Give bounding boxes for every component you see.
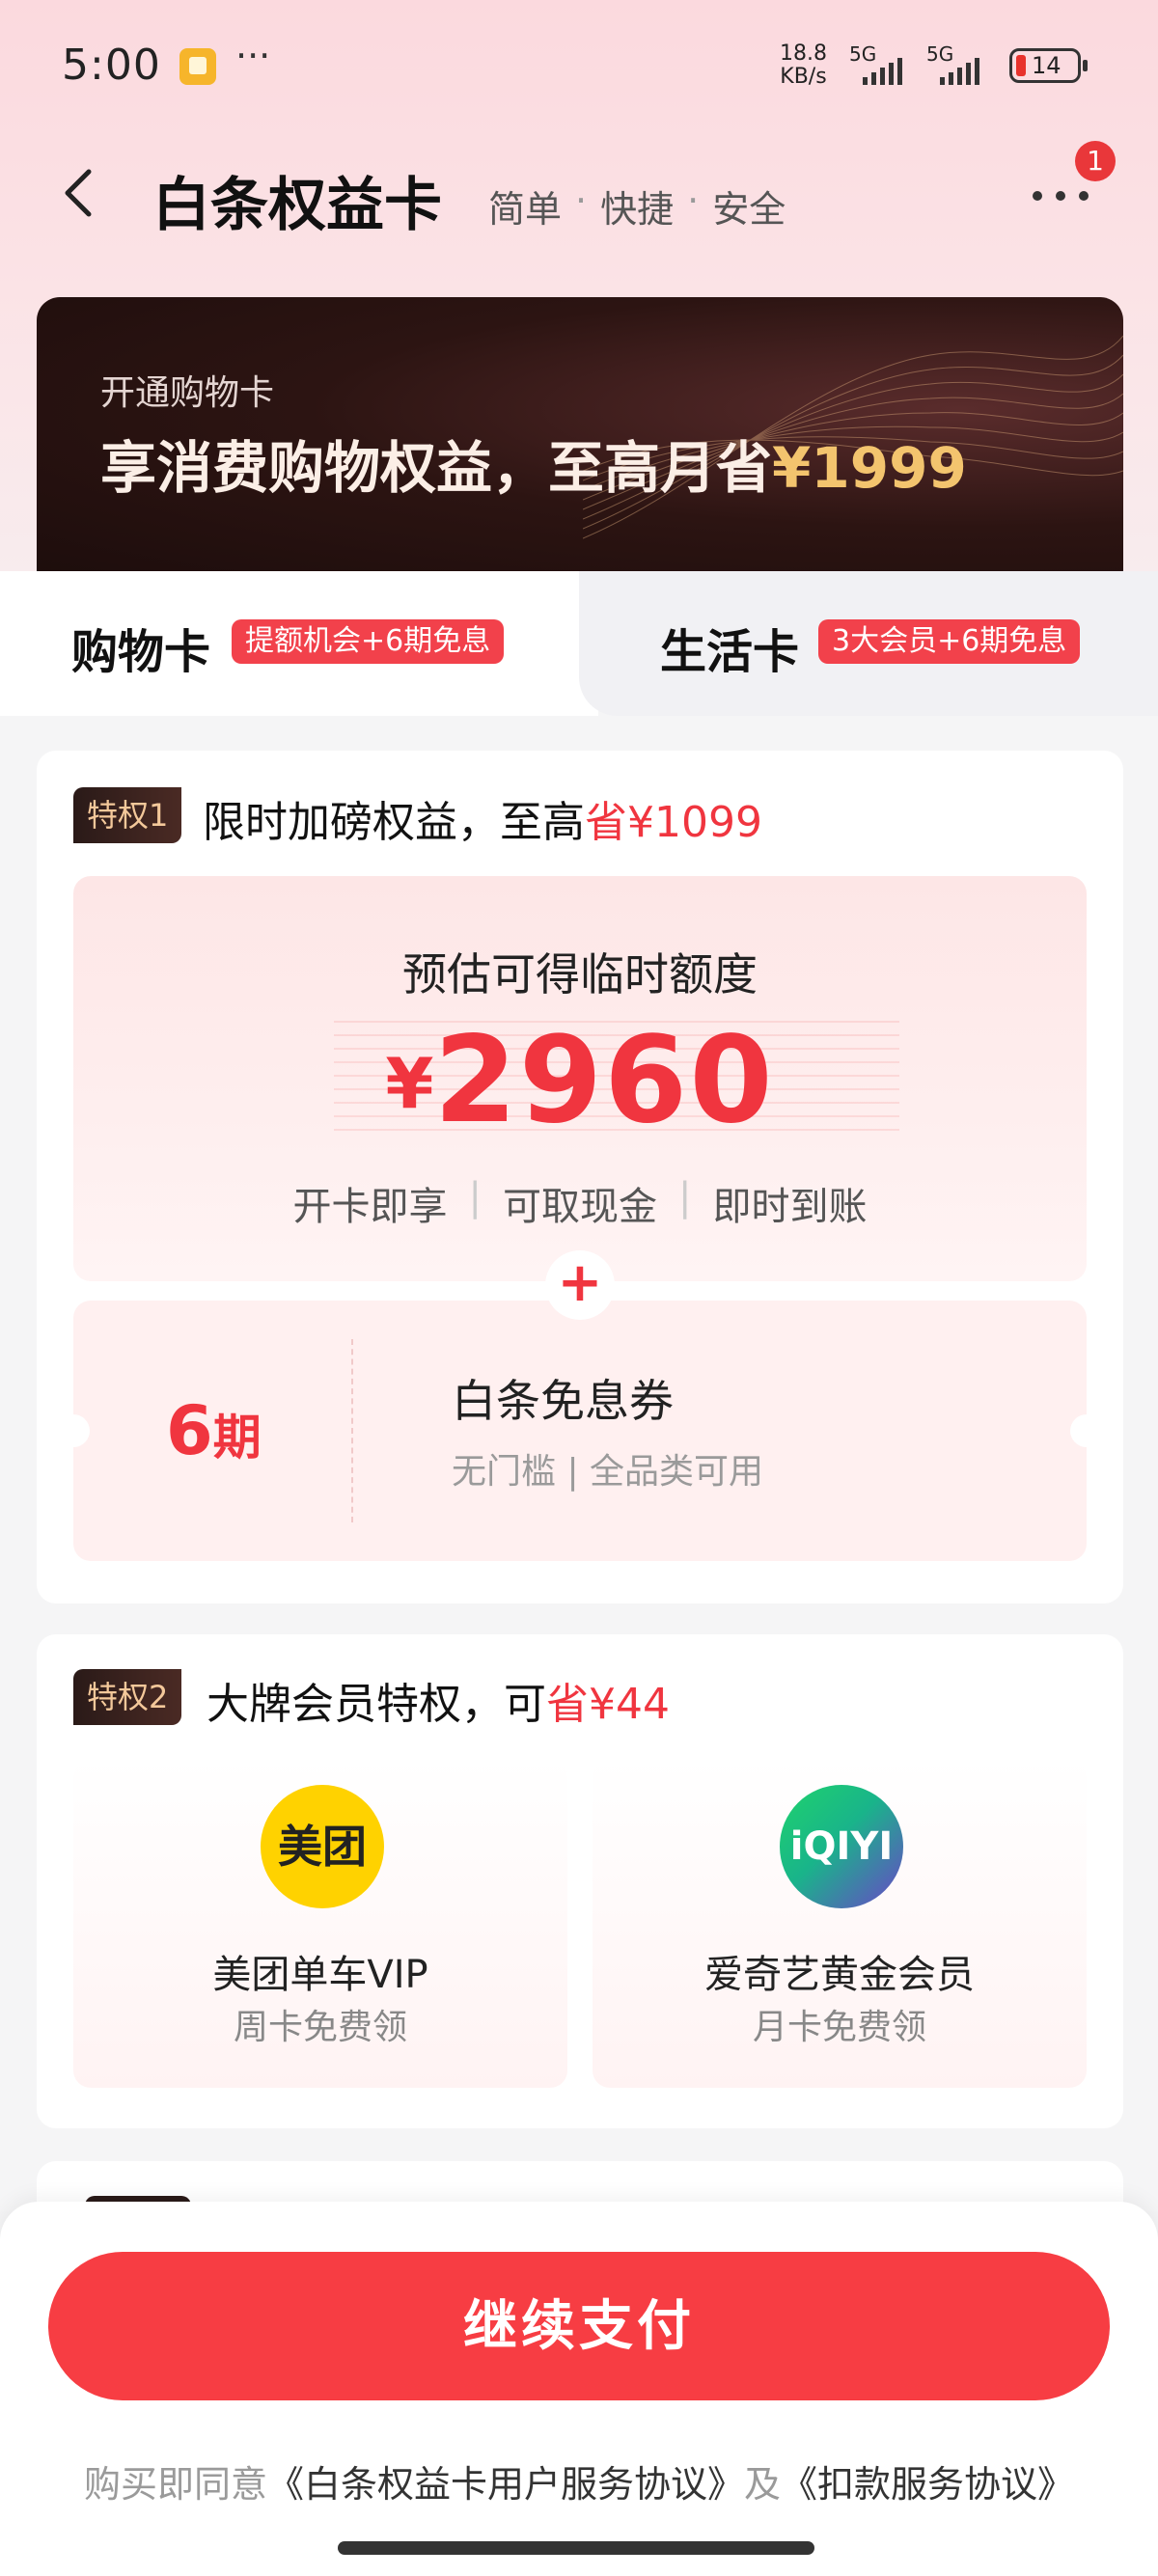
tab-shopping-card[interactable]: 购物卡 提额机会+6期免息 [0,571,598,716]
privilege-title: 限时加磅权益，至高省¥1099 [203,798,762,847]
coupon-periods: 6期 [166,1391,262,1470]
privilege1-card: 特权1 限时加磅权益，至高省¥1099 预估可得临时额度 ¥2960 开卡即享 |… [37,751,1123,1603]
tag-safe: 安全 [712,188,786,231]
coupon-name: 白条免息券 [452,1375,674,1427]
member-meituan[interactable]: 美团 美团单车VIP 周卡免费领 [73,1760,567,2088]
bottom-bar: 继续支付 购买即同意《白条权益卡用户服务协议》及《扣款服务协议》 [0,2202,1158,2576]
home-indicator[interactable] [338,2541,814,2555]
agreement-text: 购买即同意《白条权益卡用户服务协议》及《扣款服务协议》 [83,2463,1075,2506]
privilege2-card: 特权2 大牌会员特权，可省¥44 美团 美团单车VIP 周卡免费领 iQIYI … [37,1634,1123,2128]
promo-banner: 开通购物卡 享消费购物权益，至高月省¥1999 [37,297,1123,577]
chevron-left-icon [65,169,92,217]
battery-icon: 14 [1009,48,1088,83]
iqiyi-logo-icon: iQIYI [780,1785,903,1908]
privilege-title: 大牌会员特权，可省¥44 [207,1680,670,1729]
back-button[interactable] [60,164,118,222]
tab-tag: 3大会员+6期免息 [818,619,1081,664]
tab-life-card[interactable]: 生活卡 3大会员+6期免息 [579,571,1158,716]
main-content: 购物卡 提额机会+6期免息 生活卡 3大会员+6期免息 特权1 限时加磅权益，至… [0,571,1158,2211]
network-speed: 18.8 KB/s [780,41,827,89]
banner-headline: 享消费购物权益，至高月省¥1999 [100,435,967,501]
temp-quota-box: 预估可得临时额度 ¥2960 开卡即享 | 可取现金 | 即时到账 [73,876,1087,1281]
tag-fast: 快捷 [600,188,675,231]
header-tags: 简单 · 快捷 · 安全 [488,179,786,231]
coupon-description: 无门槛 | 全品类可用 [452,1452,764,1492]
quota-title: 预估可得临时额度 [402,948,758,1000]
privilege-badge: 特权1 [73,787,182,843]
continue-pay-button[interactable]: 继续支付 [48,2252,1110,2400]
tab-label: 购物卡 [71,625,211,679]
tab-label: 生活卡 [660,625,800,679]
member-name: 爱奇艺黄金会员 [704,1953,975,1997]
status-bar: 5:00 ··· 18.8 KB/s 5G 5G 14 [0,0,1158,135]
quota-amount: ¥2960 [385,1011,775,1150]
member-subtitle: 周卡免费领 [233,2008,407,2047]
tab-tag: 提额机会+6期免息 [232,619,505,664]
privilege-badge: 特权2 [73,1669,182,1725]
deduction-agreement-link[interactable]: 《扣款服务协议》 [781,2463,1074,2506]
more-notifications-icon: ··· [235,35,271,77]
user-agreement-link[interactable]: 《白条权益卡用户服务协议》 [267,2463,744,2506]
interest-free-coupon: 6期 白条免息券 无门槛 | 全品类可用 [73,1301,1087,1561]
notification-badge: 1 [1075,141,1116,181]
feature-item: 开卡即享 [292,1185,448,1229]
plus-icon: + [545,1250,615,1320]
feature-item: 即时到账 [712,1185,868,1229]
status-time: 5:00 [62,41,161,90]
member-subtitle: 月卡免费领 [752,2008,926,2047]
notification-icon [179,48,216,85]
quota-features: 开卡即享 | 可取现金 | 即时到账 [73,1175,1087,1231]
member-iqiyi[interactable]: iQIYI 爱奇艺黄金会员 月卡免费领 [593,1760,1087,2088]
meituan-logo-icon: 美团 [261,1785,384,1908]
tag-simple: 简单 [488,188,563,231]
banner-subtitle: 开通购物卡 [100,373,275,413]
member-name: 美团单车VIP [212,1953,428,1997]
page-title: 白条权益卡 [152,172,442,239]
feature-item: 可取现金 [503,1185,657,1229]
